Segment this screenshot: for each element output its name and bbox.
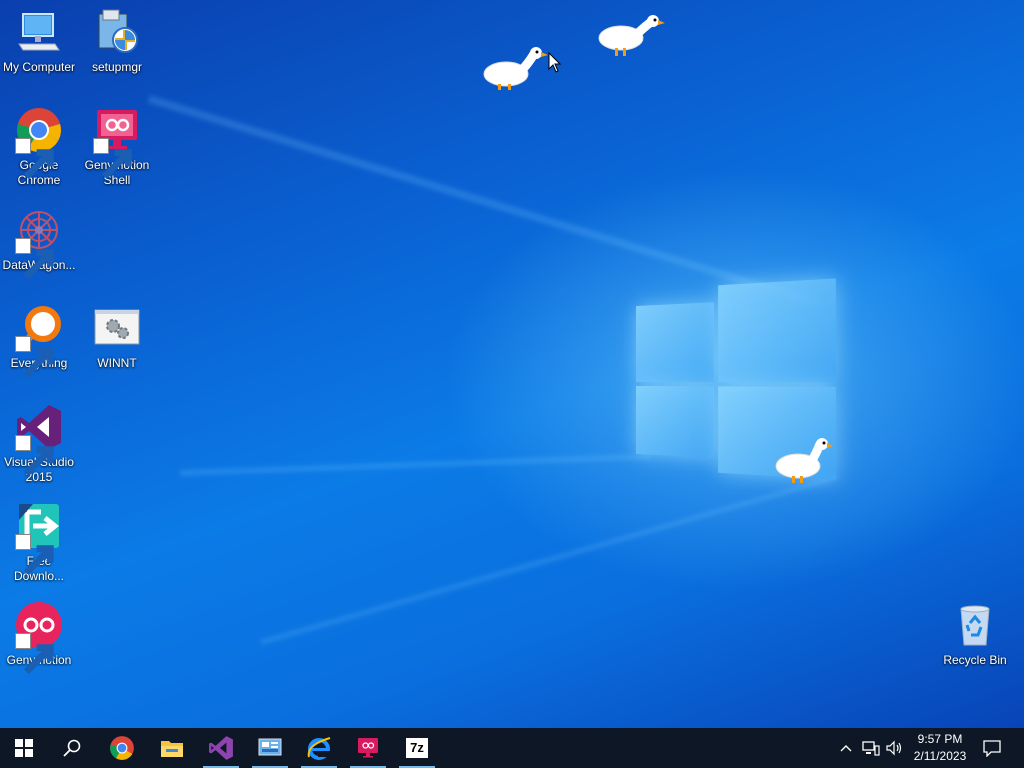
clock-time: 9:57 PM [917, 732, 963, 746]
shortcut-arrow-icon [15, 138, 54, 180]
search-icon [63, 739, 81, 757]
computer-icon [15, 8, 63, 56]
mouse-cursor-icon [548, 52, 562, 73]
shortcut-arrow-icon [15, 238, 54, 280]
everything-search-icon [15, 304, 63, 378]
goose-sprite [598, 15, 665, 56]
desktop-icon-setupmgr[interactable]: setupmgr [79, 8, 155, 75]
desktop-icon-genymotion[interactable]: Genymotion [1, 601, 77, 675]
show-hidden-icons-button[interactable] [836, 728, 856, 768]
desktop[interactable]: My Computer setupmgr Google Chrome Genym… [0, 0, 1024, 728]
desktop-icon-label: WINNT [97, 356, 137, 370]
volume-button[interactable] [884, 728, 904, 768]
desktop-icon-label: setupmgr [91, 60, 143, 74]
network-button[interactable] [860, 728, 882, 768]
start-button[interactable] [0, 728, 48, 768]
desktop-icon-winnt[interactable]: WINNT [79, 304, 155, 371]
chevron-up-icon [840, 745, 852, 752]
shortcut-arrow-icon [15, 534, 54, 576]
network-icon [862, 741, 880, 756]
shortcut-arrow-icon [93, 138, 132, 180]
setup-manager-icon [93, 8, 141, 56]
7zip-icon: 7z [406, 738, 428, 758]
chrome-icon [110, 736, 134, 760]
desktop-icon-recycle-bin[interactable]: Recycle Bin [937, 601, 1013, 668]
taskbar-control-panel[interactable] [246, 728, 294, 768]
chrome-icon [15, 106, 63, 180]
wallpaper-light-beam [147, 95, 820, 308]
start-icon [15, 739, 33, 757]
taskbar-file-explorer[interactable] [148, 728, 196, 768]
wallpaper-light-beam [260, 474, 839, 645]
genymotion-shell-icon [358, 738, 378, 758]
wallpaper-light-beam [180, 453, 650, 476]
notification-icon [983, 740, 1001, 757]
action-center-button[interactable] [978, 728, 1006, 768]
desktop-icon-genymotion-shell[interactable]: Genymotion Shell [79, 106, 155, 188]
taskbar-chrome[interactable] [98, 728, 146, 768]
shortcut-arrow-icon [15, 435, 54, 477]
desktop-icon-everything[interactable]: Everything [1, 304, 77, 378]
desktop-icon-visual-studio-2015[interactable]: Visual Studio 2015 [1, 403, 77, 485]
goose-sprite [483, 47, 548, 90]
taskbar: 7z 9:57 PM 2/11/2023 [0, 728, 1024, 768]
shortcut-arrow-icon [15, 336, 54, 378]
speaker-icon [886, 740, 902, 756]
winnt-icon [93, 304, 141, 352]
search-button[interactable] [48, 728, 96, 768]
desktop-icon-label: Recycle Bin [943, 653, 1007, 667]
taskbar-7zip[interactable]: 7z [393, 728, 441, 768]
desktop-icon-label: My Computer [2, 60, 76, 74]
shortcut-arrow-icon [15, 633, 54, 675]
clock-date: 2/11/2023 [913, 749, 967, 763]
internet-explorer-icon [307, 737, 331, 760]
genymotion-icon [15, 601, 63, 675]
visual-studio-icon [15, 403, 63, 477]
file-explorer-icon [161, 741, 183, 757]
taskbar-genymotion-shell[interactable] [344, 728, 392, 768]
free-download-manager-icon [15, 502, 63, 576]
datawagon-icon [15, 206, 63, 280]
goose-sprite [775, 438, 833, 483]
control-panel-icon [258, 738, 282, 756]
desktop-icon-google-chrome[interactable]: Google Chrome [1, 106, 77, 188]
taskbar-internet-explorer[interactable] [295, 728, 343, 768]
desktop-icon-my-computer[interactable]: My Computer [1, 8, 77, 75]
desktop-icon-datawagon[interactable]: DataWagon... [1, 206, 77, 280]
visual-studio-icon [209, 736, 233, 760]
taskbar-visual-studio[interactable] [197, 728, 245, 768]
desktop-icon-free-download-manager[interactable]: Free Downlo... [1, 502, 77, 584]
recycle-bin-icon [951, 601, 999, 649]
genymotion-shell-icon [93, 106, 141, 180]
taskbar-clock[interactable]: 9:57 PM 2/11/2023 [906, 731, 974, 765]
